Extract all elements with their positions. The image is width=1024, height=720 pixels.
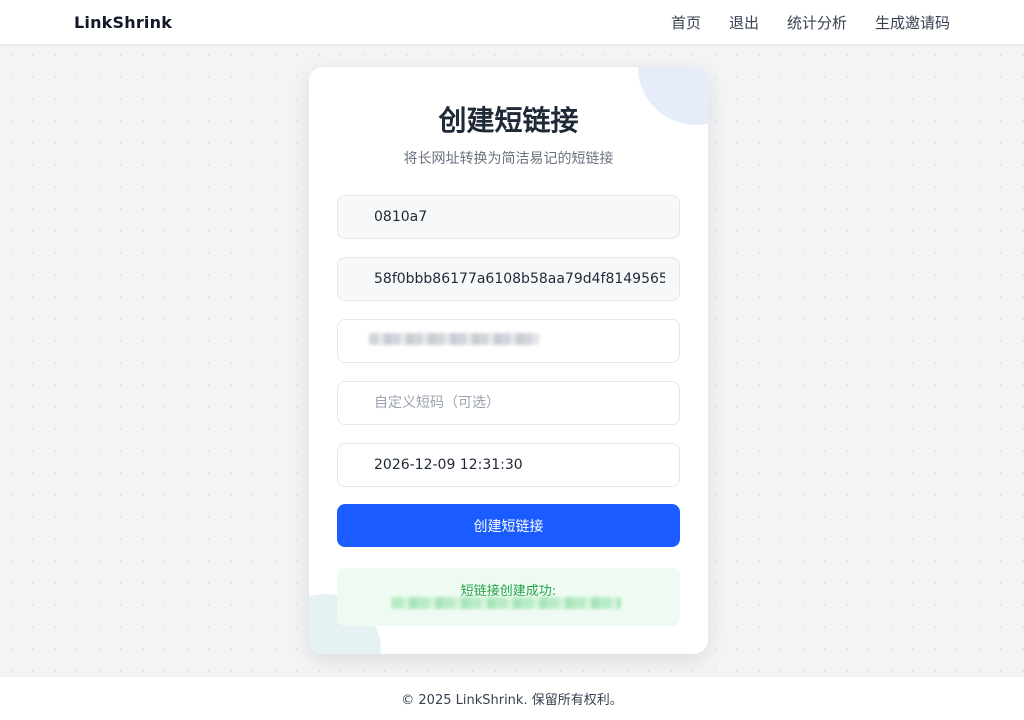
create-link-card: 创建短链接 将长网址转换为简洁易记的短链接 创建短链接 短链接创建成功: [309,67,708,654]
short-link-result[interactable] [391,597,621,609]
top-navbar: LinkShrink 首页 退出 统计分析 生成邀请码 [0,0,1024,44]
nav-link-home[interactable]: 首页 [671,12,701,33]
field-1-input[interactable] [337,195,680,239]
card-subtitle: 将长网址转换为简洁易记的短链接 [403,151,614,167]
redacted-url-text [369,333,539,345]
copyright-text: © 2025 LinkShrink. 保留所有权利。 [401,693,623,708]
create-link-button[interactable]: 创建短链接 [337,504,680,547]
field-2-input[interactable] [337,257,680,301]
expiry-datetime-input[interactable] [337,443,680,487]
page-footer: © 2025 LinkShrink. 保留所有权利。 [0,677,1024,720]
success-result-box: 短链接创建成功: [337,568,680,626]
brand-logo[interactable]: LinkShrink [74,13,172,32]
nav-link-logout[interactable]: 退出 [729,12,759,33]
custom-code-input[interactable] [337,381,680,425]
nav-link-invite[interactable]: 生成邀请码 [875,12,950,33]
nav-links: 首页 退出 统计分析 生成邀请码 [671,12,950,33]
card-title: 创建短链接 [438,104,579,137]
nav-link-stats[interactable]: 统计分析 [787,12,847,33]
